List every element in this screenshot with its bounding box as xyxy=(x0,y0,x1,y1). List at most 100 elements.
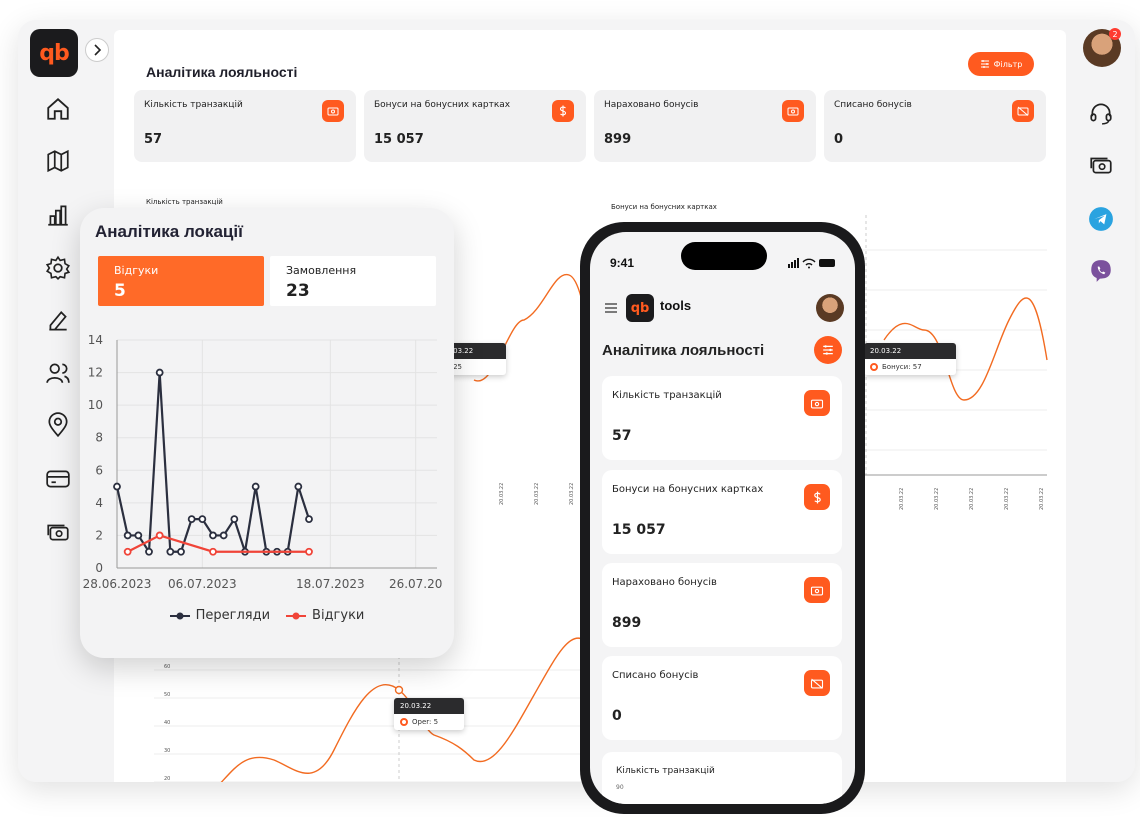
card-label: Кількість транзакцій xyxy=(612,390,722,401)
phone-filter-button[interactable] xyxy=(814,336,842,364)
bg-y-tick: 30 xyxy=(164,748,170,754)
data-point xyxy=(230,515,239,524)
phone-logo[interactable]: qb xyxy=(626,294,654,322)
data-point xyxy=(123,547,132,556)
x-tick-label: 06.07.2023 xyxy=(168,577,237,591)
y-tick-label: 8 xyxy=(95,431,103,445)
menu-icon[interactable] xyxy=(604,302,618,314)
reviews-box[interactable]: Відгуки 5 xyxy=(98,256,264,306)
orders-label: Замовлення xyxy=(286,264,357,277)
chart-icon[interactable] xyxy=(45,202,71,228)
headset-icon[interactable] xyxy=(1088,100,1114,126)
bg-tick: 20.03.22 xyxy=(499,483,505,505)
logo[interactable]: qb xyxy=(30,29,78,77)
edit-icon[interactable] xyxy=(45,308,71,334)
phone-card-transactions[interactable]: Кількість транзакцій 57 xyxy=(602,376,842,460)
card-value: 899 xyxy=(612,615,642,631)
phone-mockup: 9:41 qb tools Аналітика лояльності Кільк… xyxy=(580,222,865,814)
location-analytics-card: Аналітика локації Відгуки 5 Замовлення 2… xyxy=(80,208,454,658)
status-icons xyxy=(788,258,835,269)
data-point xyxy=(134,531,143,540)
tooltip-text: Бонуси: 57 xyxy=(882,363,922,371)
cash-icon xyxy=(804,390,830,416)
x-tick-label: 26.07.20 xyxy=(389,577,442,591)
data-point xyxy=(155,368,164,377)
bg-tick: 20.03.22 xyxy=(569,483,575,505)
location-icon[interactable] xyxy=(45,412,71,438)
phone-card-written-off[interactable]: Списано бонусів 0 xyxy=(602,656,842,740)
bg-y-tick: 20 xyxy=(164,776,170,782)
orders-box[interactable]: Замовлення 23 xyxy=(270,256,436,306)
chevron-right-icon xyxy=(94,44,102,56)
bg-tick: 20.03.22 xyxy=(1004,488,1010,510)
card-label: Нараховано бонусів xyxy=(612,577,717,588)
map-icon[interactable] xyxy=(45,148,71,174)
bg-y-tick: 50 xyxy=(164,692,170,698)
home-icon[interactable] xyxy=(45,96,71,122)
phone-card-accrued[interactable]: Нараховано бонусів 899 xyxy=(602,563,842,647)
cash-icon[interactable] xyxy=(1088,152,1114,178)
telegram-icon[interactable] xyxy=(1088,206,1114,232)
y-tick-label: 10 xyxy=(88,398,103,412)
card-label: Бонуси на бонусних картках xyxy=(612,484,764,495)
y-tick-label: 2 xyxy=(95,528,103,542)
data-point xyxy=(145,547,153,556)
right-bar: 2 xyxy=(1066,20,1135,782)
status-time: 9:41 xyxy=(610,256,635,270)
brand-tools-label: tools xyxy=(660,298,692,313)
phone-chart-tick: 90 xyxy=(616,784,624,791)
bg-tick: 20.03.22 xyxy=(1039,488,1045,510)
card-value: 15 057 xyxy=(612,522,666,538)
legend-item-reviews[interactable]: Відгуки xyxy=(286,608,364,623)
tooltip-date: 20.03.22 xyxy=(394,698,464,714)
bg-tick: 20.03.22 xyxy=(934,488,940,510)
x-tick-label: 28.06.2023 xyxy=(83,577,152,591)
users-icon[interactable] xyxy=(45,360,71,386)
reviews-label: Відгуки xyxy=(114,264,159,277)
legend-label: Відгуки xyxy=(312,608,365,623)
settings-icon[interactable] xyxy=(45,255,71,281)
location-card-title: Аналітика локації xyxy=(95,222,243,241)
series-line xyxy=(115,372,311,556)
bg-tick: 20.03.22 xyxy=(899,488,905,510)
tooltip-text: Oper: 5 xyxy=(412,718,439,726)
cash-icon xyxy=(804,577,830,603)
dollar-icon xyxy=(804,484,830,510)
cash-icon[interactable] xyxy=(45,519,71,545)
y-tick-label: 14 xyxy=(88,333,103,347)
data-point xyxy=(251,482,260,491)
y-tick-label: 4 xyxy=(95,496,103,510)
data-point xyxy=(198,515,207,524)
legend-item-views[interactable]: Перегляди xyxy=(169,608,271,623)
data-point xyxy=(294,482,303,491)
orders-value: 23 xyxy=(286,281,310,301)
legend-marker xyxy=(169,612,190,619)
phone-screen: 9:41 qb tools Аналітика лояльності Кільк… xyxy=(590,232,855,804)
card-label: Списано бонусів xyxy=(612,670,699,681)
data-point xyxy=(209,547,217,556)
tooltip-date: 20.03.22 xyxy=(864,343,956,359)
bg-y-tick: 40 xyxy=(164,720,170,726)
phone-card-bonuses[interactable]: Бонуси на бонусних картках 15 057 xyxy=(602,470,842,554)
card-icon[interactable] xyxy=(45,466,71,492)
series-line xyxy=(127,534,309,553)
avatar[interactable] xyxy=(816,294,844,322)
legend-label: Перегляди xyxy=(195,608,271,623)
viber-icon[interactable] xyxy=(1088,258,1114,284)
cash-off-icon xyxy=(804,670,830,696)
data-point xyxy=(305,547,313,556)
x-tick-label: 18.07.2023 xyxy=(296,577,365,591)
notification-badge: 2 xyxy=(1109,28,1121,40)
card-value: 0 xyxy=(612,708,622,724)
sliders-icon xyxy=(823,345,833,355)
phone-page-title: Аналітика лояльності xyxy=(602,342,765,359)
legend-marker xyxy=(286,612,307,619)
data-point xyxy=(113,482,121,491)
data-point xyxy=(155,531,164,540)
phone-chart-title: Кількість транзакцій xyxy=(616,766,715,776)
collapse-button[interactable] xyxy=(85,38,109,62)
location-line-chart: 0 2 4 6 8 10 12 14 28.06.2023 06.07.2023 18.07.202… xyxy=(83,333,443,591)
dynamic-island xyxy=(681,242,767,270)
chart-tooltip-right: 20.03.22 Бонуси: 57 xyxy=(864,343,956,375)
data-point xyxy=(209,531,217,540)
